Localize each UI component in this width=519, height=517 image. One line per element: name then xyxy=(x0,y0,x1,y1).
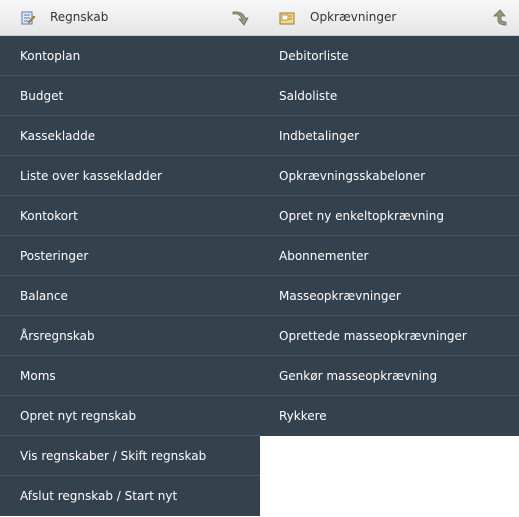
opkraevninger-header[interactable]: Opkrævninger xyxy=(260,0,519,36)
invoice-icon xyxy=(279,10,295,26)
right-menu-item[interactable]: Masseopkrævninger xyxy=(260,276,519,316)
left-menu-item[interactable]: Vis regnskaber / Skift regnskab xyxy=(0,436,260,476)
right-menu-item[interactable]: Debitorliste xyxy=(260,36,519,76)
left-menu-item[interactable]: Liste over kassekladder xyxy=(0,156,260,196)
left-menu-item[interactable]: Kontoplan xyxy=(0,36,260,76)
regnskab-menu-list: Kontoplan Budget Kassekladde Liste over kas… xyxy=(0,36,260,516)
opkraevninger-header-title: Opkrævninger xyxy=(310,10,397,24)
right-menu-item[interactable]: Saldoliste xyxy=(260,76,519,116)
left-menu-item[interactable]: Årsregnskab xyxy=(0,316,260,356)
arrow-up-icon[interactable] xyxy=(489,8,509,28)
regnskab-menu-column: Regnskab Kontoplan Budget Kassekladde Liste… xyxy=(0,0,260,516)
left-menu-item[interactable]: Afslut regnskab / Start nyt xyxy=(0,476,260,516)
right-menu-item[interactable]: Rykkere xyxy=(260,396,519,436)
left-menu-item[interactable]: Kontokort xyxy=(0,196,260,236)
right-menu-item[interactable]: Opkrævningsskabeloner xyxy=(260,156,519,196)
right-menu-item[interactable]: Oprettede masseopkrævninger xyxy=(260,316,519,356)
ledger-icon xyxy=(20,10,36,26)
right-menu-item[interactable]: Abonnementer xyxy=(260,236,519,276)
left-menu-item[interactable]: Posteringer xyxy=(0,236,260,276)
regnskab-header-title: Regnskab xyxy=(50,10,109,24)
left-menu-item[interactable]: Opret nyt regnskab xyxy=(0,396,260,436)
regnskab-header[interactable]: Regnskab xyxy=(0,0,260,36)
right-menu-item[interactable]: Genkør masseopkrævning xyxy=(260,356,519,396)
opkraevninger-menu-list: Debitorliste Saldoliste Indbetalinger Opkræ… xyxy=(260,36,519,436)
left-menu-item[interactable]: Balance xyxy=(0,276,260,316)
right-menu-item[interactable]: Opret ny enkeltopkrævning xyxy=(260,196,519,236)
right-menu-item[interactable]: Indbetalinger xyxy=(260,116,519,156)
opkraevninger-menu-column: Opkrævninger Debitorliste Saldoliste Indbe… xyxy=(260,0,519,436)
left-menu-item[interactable]: Budget xyxy=(0,76,260,116)
left-menu-item[interactable]: Kassekladde xyxy=(0,116,260,156)
arrow-right-down-icon[interactable] xyxy=(230,8,250,28)
left-menu-item[interactable]: Moms xyxy=(0,356,260,396)
